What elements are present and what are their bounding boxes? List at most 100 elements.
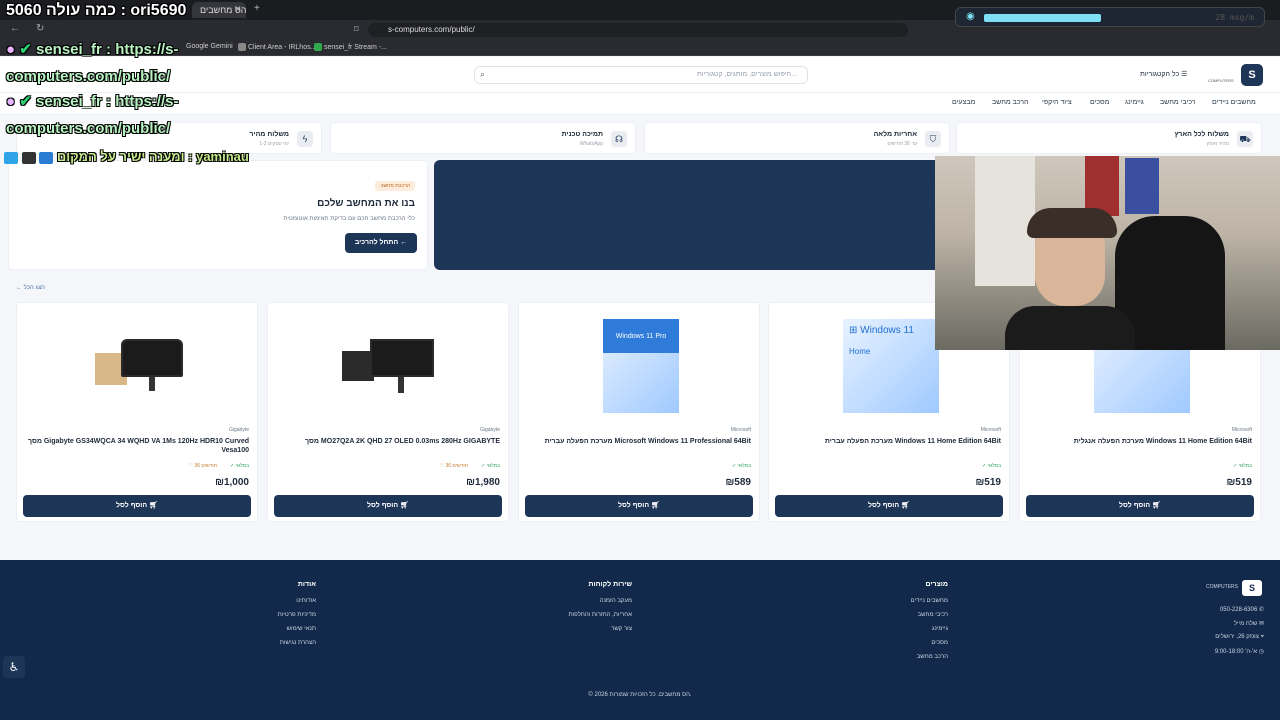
footer-link[interactable]: רכיבי מחשב [918, 612, 948, 618]
close-tab-icon[interactable]: ✕ [234, 4, 242, 15]
feature-title: משלוח מהיר [249, 131, 289, 138]
button-label: הוסף לסל [868, 502, 900, 509]
windows-home-title: Windows 11 [860, 325, 914, 336]
footer-col-title: מוצרים [925, 581, 948, 588]
add-to-cart-button[interactable]: הוסף לסל 🛒︎ [23, 495, 251, 517]
nav-laptops[interactable]: מחשבים ניידים [1212, 99, 1256, 106]
bookmark-stream[interactable]: sensei_fr Stream -... [314, 43, 387, 51]
categories-menu[interactable]: כל הקטגוריות ☰ [1140, 70, 1187, 78]
webcam-overlay [935, 156, 1280, 350]
footer-link[interactable]: אחריות, החזרות והחלפות [568, 612, 632, 618]
button-label: התחל להרכיב [354, 239, 399, 246]
product-name[interactable]: מערכת הפעלה עברית Microsoft Windows 11 P… [527, 437, 751, 446]
product-card[interactable]: Gigabyte מסך MO27Q2A 2K QHD 27 OLED 0.03… [267, 302, 509, 522]
footer-email[interactable]: שלח מייל ✉ [1234, 620, 1264, 627]
nav-components[interactable]: רכיבי מחשב [1160, 99, 1196, 106]
badge-icon [39, 151, 54, 164]
categories-label: כל הקטגוריות [1140, 71, 1180, 78]
footer-link[interactable]: מעקב הזמנה [600, 598, 632, 604]
footer-link[interactable]: מסכים [931, 640, 948, 646]
footer-logo-subtitle: COMPUTERS [1206, 584, 1238, 590]
new-tab-icon[interactable]: + [254, 3, 260, 14]
footer-link[interactable]: הרכב מחשב [917, 654, 948, 660]
warranty-label: 36 חודשים [445, 463, 468, 469]
add-to-cart-button[interactable]: הוסף לסל 🛒︎ [775, 495, 1003, 517]
add-to-cart-button[interactable]: הוסף לסל 🛒︎ [1026, 495, 1254, 517]
accessibility-button[interactable]: ♿︎ [3, 656, 25, 678]
product-image[interactable] [328, 317, 450, 415]
site-footer: S COMPUTERS 050-228-6306 ✆ שלח מייל ✉ צו… [0, 560, 1280, 720]
stream-goal-widget: ◉ 28 msg/m [955, 7, 1265, 27]
promo-title: בנו את המחשב שלכם [317, 198, 415, 209]
nav-peripherals[interactable]: ציוד היקפי [1042, 99, 1072, 106]
view-all-label: הצג הכל [23, 285, 45, 291]
search-icon[interactable]: ⌕ [480, 69, 485, 80]
add-to-cart-button[interactable]: הוסף לסל 🛒︎ [525, 495, 753, 517]
reload-icon[interactable]: ↻ [36, 23, 44, 34]
goal-text: 28 msg/m [1215, 13, 1254, 22]
product-price: ₪519 [1226, 477, 1252, 488]
nav-pc-builder[interactable]: הרכב מחשב [992, 99, 1029, 106]
bookmark-icon[interactable]: ⌑ [354, 24, 359, 35]
view-all-link[interactable]: ← הצג הכל [16, 285, 45, 291]
product-card[interactable]: Windows 11 Pro Microsoft מערכת הפעלה עבר… [518, 302, 760, 522]
product-brand: Gigabyte [479, 427, 500, 433]
footer-phone[interactable]: 050-228-6306 ✆ [1220, 606, 1264, 613]
product-image[interactable]: Windows 11 Pro [603, 319, 679, 413]
back-icon[interactable]: ← [10, 23, 20, 34]
product-image[interactable] [77, 317, 199, 415]
product-card[interactable]: Gigabyte מסך Gigabyte GS34WQCA 34 WQHD V… [16, 302, 258, 522]
product-price: ₪1,980 [466, 477, 500, 488]
headset-icon: ☊ [611, 131, 627, 147]
product-price: ₪519 [975, 477, 1001, 488]
start-building-button[interactable]: התחל להרכיב ← [345, 233, 417, 253]
search-input[interactable]: חיפוש מוצרים, מותגים, קטגוריות... [474, 66, 808, 84]
cart-icon: 🛒︎ [901, 502, 910, 509]
footer-link[interactable]: הצהרת נגישות [280, 640, 316, 646]
footer-link[interactable]: אודותינו [296, 598, 316, 604]
feature-title: תמיכה טכנית [561, 131, 603, 138]
footer-logo[interactable]: S [1242, 580, 1262, 596]
windows-logo-icon: ⊞ [849, 325, 858, 336]
promo-badge: הרכבת מחשב [375, 181, 415, 191]
chat-message: ● ✔ sensei_fr : https://s-computers.com/… [6, 36, 216, 90]
address-bar[interactable]: s-computers.com/public/ [368, 23, 908, 37]
site-logo[interactable]: S [1241, 64, 1263, 86]
footer-link[interactable]: מדיניות פרטיות [278, 612, 316, 618]
monitor-shape [121, 339, 183, 377]
add-to-cart-button[interactable]: הוסף לסל 🛒︎ [274, 495, 502, 517]
footer-col-title: אודות [297, 581, 316, 588]
window-blinds [975, 156, 1035, 286]
bookmark-label: sensei_fr Stream -... [323, 43, 387, 51]
nav-monitors[interactable]: מסכים [1090, 99, 1109, 106]
footer-link[interactable]: צור קשר [611, 626, 632, 632]
product-name[interactable]: מסך Gigabyte GS34WQCA 34 WQHD VA 1Ms 120… [25, 437, 249, 455]
chat-text: sensei_fr : https://s-computers.com/publ… [6, 93, 179, 137]
arrow-left-icon: ← [400, 239, 408, 246]
product-name[interactable]: מערכת הפעלה עברית Windows 11 Home Editio… [777, 437, 1001, 446]
product-image[interactable]: ⊞ Windows 11 Home [843, 319, 939, 413]
footer-link[interactable]: תנאי שימוש [287, 626, 316, 632]
cart-icon: 🛒︎ [1152, 502, 1161, 509]
bookmark-client-area[interactable]: Client Area - IRLhos... [238, 43, 316, 51]
footer-link[interactable]: מחשבים ניידים [911, 598, 949, 604]
product-name[interactable]: מסך MO27Q2A 2K QHD 27 OLED 0.03ms 280Hz … [276, 437, 500, 446]
footer-link[interactable]: גיימינג [932, 626, 948, 632]
location-icon: ⌖ [1260, 634, 1264, 640]
nav-gaming[interactable]: גיימינג [1125, 99, 1144, 106]
stock-label: במלאי [486, 463, 500, 469]
stream-title: כמה עולה 5060 : ori5690 [6, 2, 187, 19]
cart-icon: 🛒︎ [149, 502, 158, 509]
stock-label: במלאי [987, 463, 1001, 469]
nav-deals[interactable]: מבצעים [952, 99, 975, 106]
product-name[interactable]: מערכת הפעלה אנגלית Windows 11 Home Editi… [1028, 437, 1252, 446]
url-text: s-computers.com/public/ [388, 25, 475, 34]
poster [1085, 156, 1119, 216]
product-brand: Microsoft [1231, 427, 1252, 433]
phone-icon: ✆ [1258, 607, 1264, 613]
bolt-icon: ϟ [297, 131, 313, 147]
cart-icon: 🛒︎ [400, 502, 409, 509]
button-label: הוסף לסל [367, 502, 399, 509]
pc-builder-promo: הרכבת מחשב בנו את המחשב שלכם כלי הרכבת מ… [8, 160, 428, 270]
stock-label: במלאי [235, 463, 249, 469]
